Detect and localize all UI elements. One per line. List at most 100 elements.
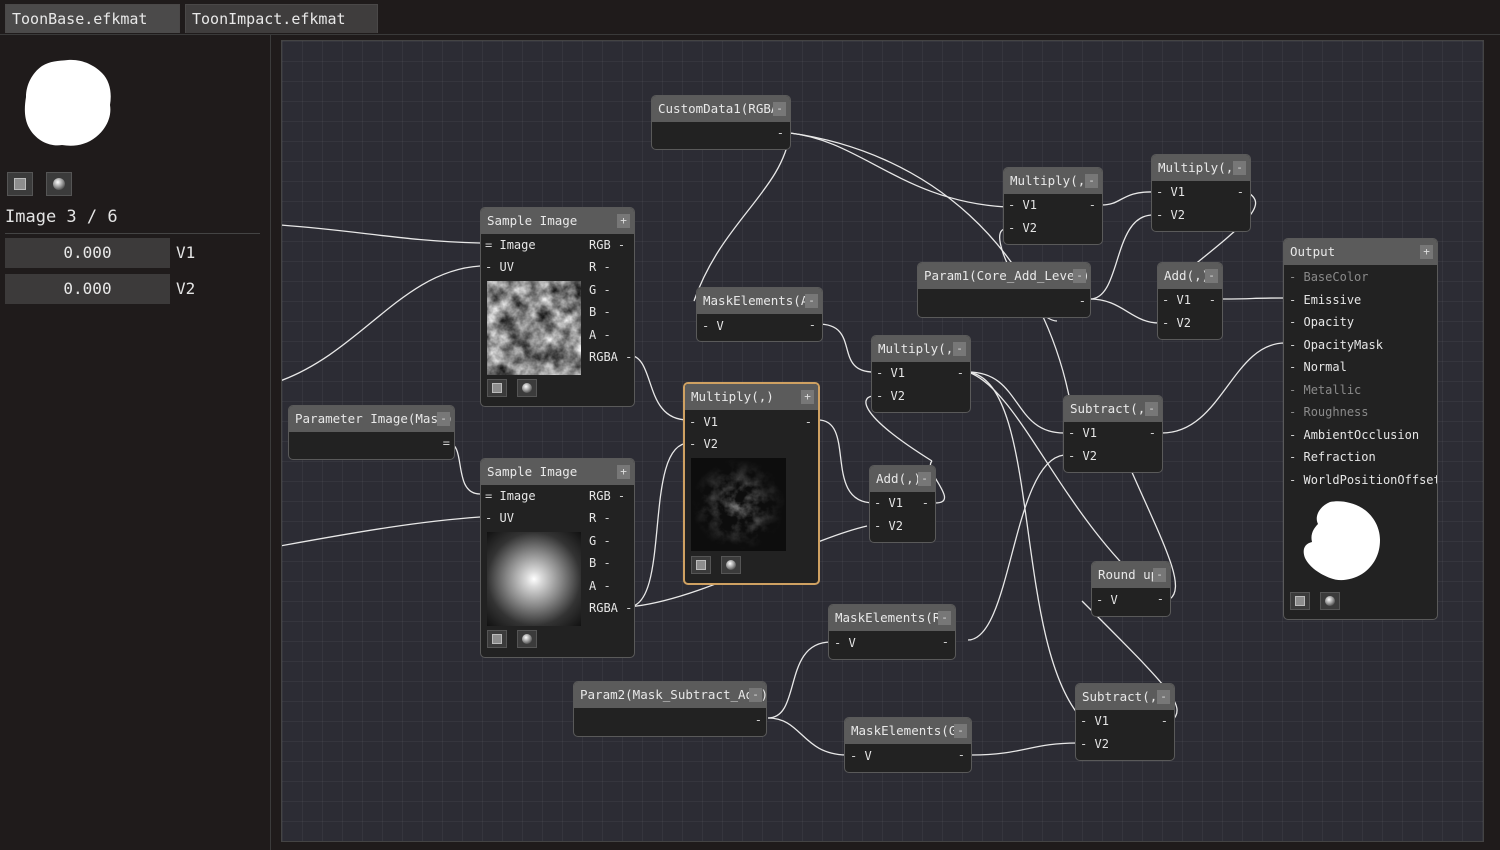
input-pin-v2[interactable]: - V2 <box>1080 734 1109 754</box>
output-pin[interactable]: - <box>1209 293 1216 307</box>
input-pin-v1[interactable]: - V1 <box>1068 423 1097 443</box>
node-multiply-top-right[interactable]: Multiply(,) - - V1 - V2 - <box>1151 154 1251 232</box>
collapse-button[interactable]: - <box>1233 161 1246 175</box>
output-pin-b[interactable]: B - <box>589 553 611 573</box>
output-pin-g[interactable]: G - <box>589 280 611 300</box>
preview-sphere-button[interactable] <box>46 172 72 196</box>
input-pin-v1[interactable]: - V1 <box>876 363 905 383</box>
node-multiply-selected[interactable]: Multiply(,) + - V1 - V2 - <box>683 382 820 585</box>
node-preview-sphere-button[interactable] <box>517 379 537 397</box>
input-pin-v2[interactable]: - V2 <box>876 386 905 406</box>
node-title[interactable]: Sample Image + <box>481 459 634 485</box>
node-title[interactable]: Sample Image + <box>481 208 634 234</box>
output-pin[interactable]: - <box>922 496 929 510</box>
node-title[interactable]: Output + <box>1284 239 1437 265</box>
collapse-button[interactable]: - <box>1157 690 1170 704</box>
output-pin[interactable]: - <box>1149 426 1156 440</box>
input-pin-v2[interactable]: - V2 <box>874 516 903 536</box>
node-maskelements-a[interactable]: MaskElements(A) - - V - <box>696 287 823 342</box>
output-pin[interactable]: - <box>805 415 812 429</box>
node-title[interactable]: Multiply(,) - <box>1004 168 1102 194</box>
collapse-button[interactable]: - <box>1145 402 1158 416</box>
node-title[interactable]: Subtract(,) - <box>1064 396 1162 422</box>
input-pin-image[interactable]: = Image <box>485 235 536 255</box>
output-pin-rgb[interactable]: RGB - <box>589 486 625 506</box>
expand-button[interactable]: + <box>801 390 814 404</box>
expand-button[interactable]: + <box>1420 245 1433 259</box>
output-pin[interactable]: - <box>777 126 784 140</box>
node-sample-image-1[interactable]: Sample Image + = Image - UV RGB - R - G -… <box>480 207 635 407</box>
input-pin-opacitymask[interactable]: - OpacityMask <box>1289 335 1383 355</box>
input-pin-v2[interactable]: - V2 <box>689 434 718 454</box>
output-pin[interactable]: - <box>957 366 964 380</box>
node-output[interactable]: Output + - BaseColor - Emissive - Opacity… <box>1283 238 1438 620</box>
node-subtract-top[interactable]: Subtract(,) - - V1 - V2 - <box>1063 395 1163 473</box>
node-title[interactable]: Multiply(,) + <box>685 384 818 410</box>
output-pin[interactable]: - <box>1089 198 1096 212</box>
input-pin-v[interactable]: - V <box>702 316 724 336</box>
collapse-button[interactable]: - <box>773 102 786 116</box>
output-pin[interactable]: - <box>1237 185 1244 199</box>
node-add-right[interactable]: Add(,) - - V1 - V2 - <box>1157 262 1223 340</box>
input-pin-ambientocclusion[interactable]: - AmbientOcclusion <box>1289 425 1419 445</box>
output-pin-rgba[interactable]: RGBA - <box>589 598 632 618</box>
input-pin-image[interactable]: = Image <box>485 486 536 506</box>
input-pin-normal[interactable]: - Normal <box>1289 357 1347 377</box>
node-parameter-image-mask[interactable]: Parameter Image(Mask) - = <box>288 405 455 460</box>
input-pin-uv[interactable]: - UV <box>485 257 514 277</box>
input-pin-emissive[interactable]: - Emissive <box>1289 290 1361 310</box>
input-pin-v1[interactable]: - V1 <box>1080 711 1109 731</box>
node-title[interactable]: Param1(Core_Add_Level) - <box>918 263 1090 289</box>
input-pin-roughness[interactable]: - Roughness <box>1289 402 1369 422</box>
collapse-button[interactable]: - <box>1073 269 1086 283</box>
node-preview-plane-button[interactable] <box>691 556 711 574</box>
node-preview-sphere-button[interactable] <box>517 630 537 648</box>
node-preview-sphere-button[interactable] <box>721 556 741 574</box>
input-pin-opacity[interactable]: - Opacity <box>1289 312 1354 332</box>
output-pin[interactable]: = <box>443 436 450 450</box>
node-preview-plane-button[interactable] <box>1290 592 1310 610</box>
output-pin-rgb[interactable]: RGB - <box>589 235 625 255</box>
node-title[interactable]: Param2(Mask_Subtract_Add) - <box>574 682 766 708</box>
node-preview-plane-button[interactable] <box>487 630 507 648</box>
collapse-button[interactable]: - <box>954 724 967 738</box>
input-pin-v2[interactable]: - V2 <box>1162 313 1191 333</box>
input-pin-v[interactable]: - V <box>1096 590 1118 610</box>
input-pin-v1[interactable]: - V1 <box>1008 195 1037 215</box>
node-subtract-bottom[interactable]: Subtract(,) - - V1 - V2 - <box>1075 683 1175 761</box>
input-pin-uv[interactable]: - UV <box>485 508 514 528</box>
output-pin-a[interactable]: A - <box>589 576 611 596</box>
output-pin[interactable]: - <box>1079 294 1086 308</box>
collapse-button[interactable]: - <box>953 342 966 356</box>
node-title[interactable]: Parameter Image(Mask) - <box>289 406 454 432</box>
input-pin-v1[interactable]: - V1 <box>1162 290 1191 310</box>
v2-value-field[interactable]: 0.000 <box>5 274 170 304</box>
input-pin-v[interactable]: - V <box>850 746 872 766</box>
collapse-button[interactable]: - <box>1205 269 1218 283</box>
output-pin[interactable]: - <box>1157 592 1164 606</box>
expand-button[interactable]: + <box>617 465 630 479</box>
collapse-button[interactable]: - <box>437 412 450 426</box>
node-title[interactable]: Multiply(,) - <box>872 336 970 362</box>
node-title[interactable]: Multiply(,) - <box>1152 155 1250 181</box>
input-pin-v1[interactable]: - V1 <box>874 493 903 513</box>
node-sample-image-2[interactable]: Sample Image + = Image - UV RGB - R - G -… <box>480 458 635 658</box>
input-pin-v2[interactable]: - V2 <box>1008 218 1037 238</box>
collapse-button[interactable]: - <box>918 472 931 486</box>
output-pin[interactable]: - <box>809 318 816 332</box>
v1-value-field[interactable]: 0.000 <box>5 238 170 268</box>
node-customdata1[interactable]: CustomData1(RGBA) - - <box>651 95 791 150</box>
node-preview-sphere-button[interactable] <box>1320 592 1340 610</box>
output-pin-a[interactable]: A - <box>589 325 611 345</box>
collapse-button[interactable]: - <box>805 294 818 308</box>
tab-toonimpact[interactable]: ToonImpact.efkmat <box>185 4 378 33</box>
output-pin-b[interactable]: B - <box>589 302 611 322</box>
output-pin-r[interactable]: R - <box>589 508 611 528</box>
node-title[interactable]: Add(,) - <box>1158 263 1222 289</box>
output-pin[interactable]: - <box>1161 714 1168 728</box>
preview-plane-button[interactable] <box>7 172 33 196</box>
node-title[interactable]: Add(,) - <box>870 466 935 492</box>
node-round-up[interactable]: Round up - - V - <box>1091 561 1171 617</box>
output-pin-g[interactable]: G - <box>589 531 611 551</box>
input-pin-basecolor[interactable]: - BaseColor <box>1289 267 1369 287</box>
